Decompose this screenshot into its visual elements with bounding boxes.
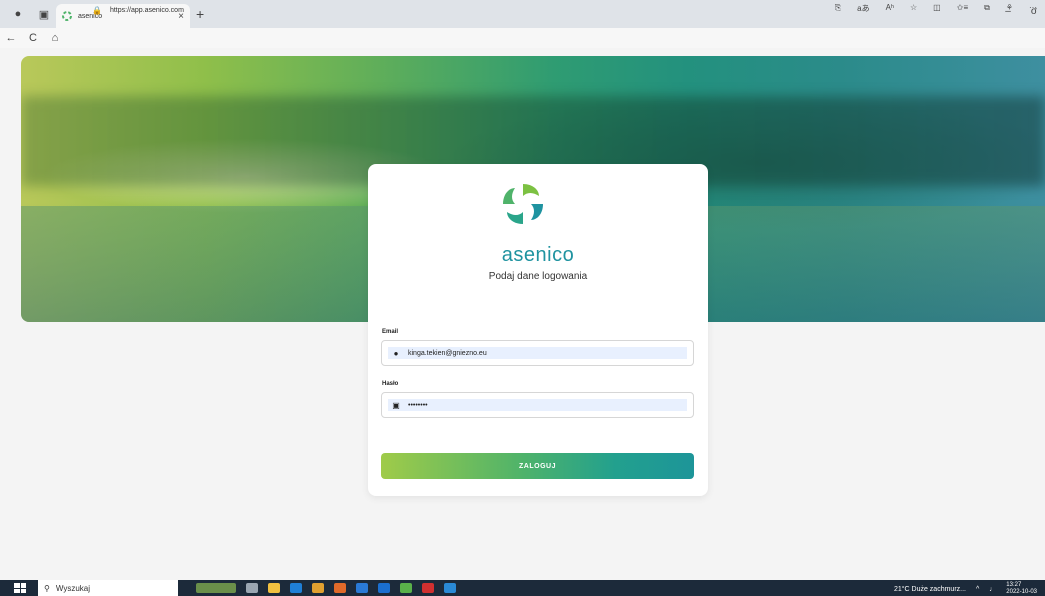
login-card: asenico Podaj dane logowania Email ● kin…	[368, 164, 708, 496]
firefox-icon[interactable]	[334, 583, 346, 593]
favorites-list-icon[interactable]: ✩≡	[957, 3, 968, 14]
taskbar-search[interactable]: ⚲ Wyszukaj	[38, 580, 178, 596]
password-field[interactable]: ▣ ••••••••	[381, 392, 694, 418]
photos-icon[interactable]	[444, 583, 456, 593]
more-icon[interactable]: ···	[1029, 3, 1037, 14]
split-screen-icon[interactable]: ◫	[933, 3, 941, 14]
system-tray: 21°C Duże zachmurz... ^ ♩ 13:27 2022-10-…	[894, 582, 1037, 596]
profile-icon[interactable]: ●	[10, 6, 26, 22]
asenico-logo-icon	[503, 184, 543, 224]
tray-arrow-icon[interactable]: ^	[976, 586, 979, 593]
collections-icon[interactable]: ⧉	[984, 3, 990, 14]
login-button[interactable]: ZALOGUJ	[381, 453, 694, 479]
password-label: Hasło	[382, 381, 399, 387]
user-icon: ●	[393, 348, 399, 358]
file-explorer-icon[interactable]	[268, 583, 280, 593]
email-label: Email	[382, 329, 399, 335]
date-text: 2022-10-03	[1006, 589, 1037, 595]
chrome-icon[interactable]	[312, 583, 324, 593]
login-subtitle: Podaj dane logowania	[488, 271, 588, 282]
task-view-icon[interactable]	[246, 583, 258, 593]
teams-icon[interactable]	[356, 583, 368, 593]
email-value: kinga.tekien@gniezno.eu	[408, 349, 487, 357]
brand-name: asenico	[501, 244, 575, 266]
tab-actions-icon[interactable]: ▣	[36, 6, 52, 22]
translate-icon[interactable]: aあ	[857, 3, 869, 14]
password-value: ••••••••	[408, 401, 428, 409]
favorite-icon[interactable]: ☆	[910, 3, 917, 14]
time-text: 13:27	[1006, 582, 1022, 588]
app-available-icon[interactable]: ⎘	[835, 3, 841, 14]
url-text: https://app.asenico.com	[109, 6, 184, 14]
volume-icon[interactable]: ♩	[989, 586, 996, 593]
taskbar-widget-icon[interactable]	[196, 583, 236, 593]
lock-icon: ▣	[392, 400, 400, 410]
email-field[interactable]: ● kinga.tekien@gniezno.eu	[381, 340, 694, 366]
clock[interactable]: 13:27 2022-10-03	[1006, 582, 1037, 596]
page-content: asenico Podaj dane logowania Email ● kin…	[0, 48, 1045, 580]
windows-taskbar: ⚲ Wyszukaj 21°C Duże zachmurz... ^ ♩ 13:…	[0, 580, 1045, 596]
reload-icon[interactable]: C	[22, 32, 44, 44]
address-bar[interactable]: 🔒 https://app.asenico.com	[92, 2, 822, 18]
browser-toolbar: ⎘ aあ Aʰ ☆ ◫ ✩≡ ⧉ ⚘ ···	[835, 3, 1037, 14]
lock-icon: 🔒	[92, 5, 102, 15]
windows-start-icon[interactable]	[14, 583, 26, 593]
edge-icon[interactable]	[290, 583, 302, 593]
pdf-icon[interactable]	[422, 583, 434, 593]
search-icon: ⚲	[44, 583, 50, 593]
browser-navbar: ← C ⌂	[0, 28, 1045, 48]
taskbar-apps	[196, 583, 456, 593]
home-icon[interactable]: ⌂	[44, 32, 66, 44]
extensions-icon[interactable]: ⚘	[1006, 3, 1013, 14]
app-icon[interactable]	[400, 583, 412, 593]
email-autofill: ● kinga.tekien@gniezno.eu	[388, 347, 687, 359]
taskbar-search-placeholder: Wyszukaj	[55, 583, 91, 593]
read-aloud-icon[interactable]: Aʰ	[886, 3, 894, 14]
ie-icon[interactable]	[378, 583, 390, 593]
password-autofill: ▣ ••••••••	[388, 399, 687, 411]
back-icon[interactable]: ←	[0, 32, 22, 44]
asenico-favicon-icon	[62, 11, 72, 21]
weather-text[interactable]: 21°C Duże zachmurz...	[894, 586, 966, 593]
